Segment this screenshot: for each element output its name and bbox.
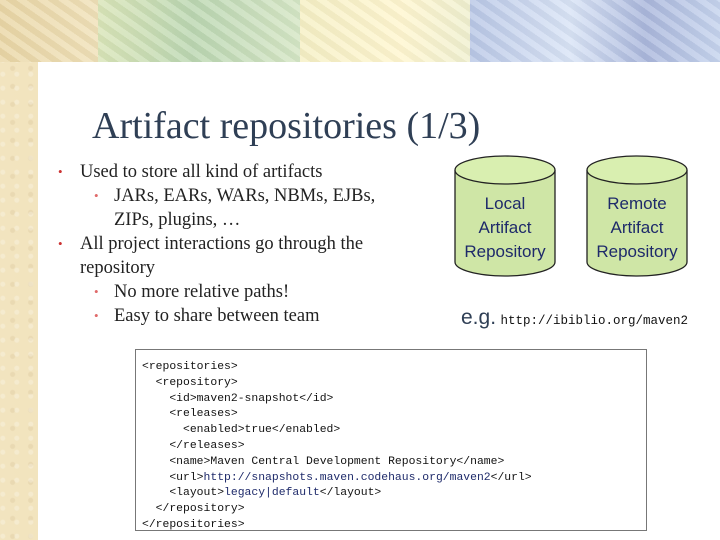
example-label: e.g.: [461, 306, 497, 329]
local-repository-cylinder: Local Artifact Repository: [450, 152, 560, 282]
cylinder-label-line: Repository: [464, 242, 546, 261]
code-line: <releases>: [142, 408, 238, 421]
cylinder-label-line: Remote: [607, 194, 667, 213]
example-url-caption: e.g. http://ibiblio.org/maven2: [461, 306, 688, 330]
sub-bullet-text: JARs, EARs, WARs, NBMs, EJBs, ZIPs, plug…: [114, 186, 376, 230]
code-line: </releases>: [142, 439, 245, 452]
code-line: </url>: [490, 471, 532, 484]
bullet-icon: •: [58, 236, 63, 251]
code-line: </repository>: [142, 503, 245, 516]
xml-code: <repositories> <repository> <id>maven2-s…: [142, 360, 532, 534]
code-line: <id>maven2-snapshot</id>: [142, 392, 334, 405]
sub-bullet-icon: •: [94, 308, 99, 323]
code-line: <enabled>true</enabled>: [142, 424, 341, 437]
sub-bullet-text: Easy to share between team: [114, 306, 320, 326]
code-line: <url>: [142, 471, 204, 484]
code-layout-value: legacy|default: [224, 487, 320, 500]
sub-bullet-icon: •: [94, 284, 99, 299]
header-tile-4: [470, 0, 720, 62]
cylinder-label: Local Artifact Repository: [450, 192, 560, 264]
remote-repository-cylinder: Remote Artifact Repository: [582, 152, 692, 282]
code-line: <layout>: [142, 487, 225, 500]
bullet-item: • All project interactions go through th…: [56, 232, 416, 280]
xml-code-box: <repositories> <repository> <id>maven2-s…: [135, 349, 647, 531]
code-line: <name>Maven Central Development Reposito…: [142, 455, 505, 468]
bullet-text: All project interactions go through the …: [80, 234, 364, 278]
header-tile-3: [300, 0, 470, 62]
code-line: <repository>: [142, 376, 238, 389]
sub-bullet-item: • JARs, EARs, WARs, NBMs, EJBs, ZIPs, pl…: [56, 184, 416, 232]
sub-bullet-icon: •: [94, 188, 99, 203]
cylinder-label-line: Local: [484, 194, 526, 213]
code-line: <repositories>: [142, 361, 238, 373]
cylinder-label-line: Artifact: [478, 218, 532, 237]
example-url: http://ibiblio.org/maven2: [500, 314, 689, 328]
cylinder-label-line: Artifact: [610, 218, 664, 237]
code-line: </layout>: [319, 487, 382, 500]
bullet-list: • Used to store all kind of artifacts • …: [56, 160, 416, 328]
sub-bullet-text: No more relative paths!: [114, 282, 290, 302]
cylinder-label: Remote Artifact Repository: [582, 192, 692, 264]
header-tile-2: [98, 0, 308, 62]
sub-bullet-item: • No more relative paths!: [56, 280, 416, 304]
code-url-value: http://snapshots.maven.codehaus.org/mave…: [203, 471, 491, 484]
bullet-icon: •: [58, 164, 63, 179]
code-line: </repositories>: [142, 518, 245, 531]
slide-title: Artifact repositories (1/3): [92, 105, 481, 147]
cylinder-label-line: Repository: [596, 242, 678, 261]
bullet-text: Used to store all kind of artifacts: [80, 162, 323, 182]
decorative-header-band: [0, 0, 720, 62]
bullet-item: • Used to store all kind of artifacts: [56, 160, 416, 184]
sub-bullet-item: • Easy to share between team: [56, 304, 416, 328]
